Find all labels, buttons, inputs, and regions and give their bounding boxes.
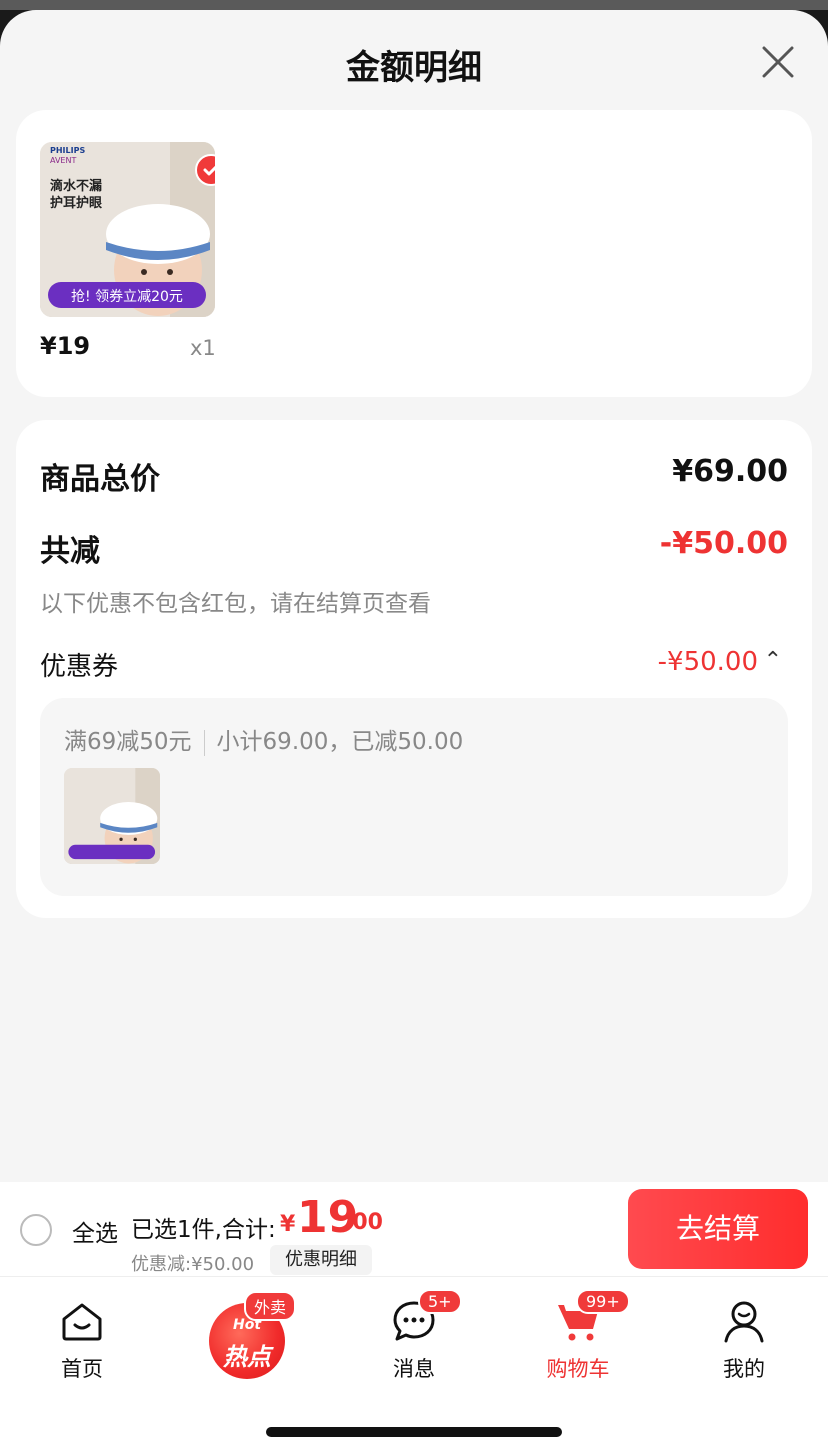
messages-badge: 5+: [418, 1289, 462, 1314]
sheet-title: 金额明细: [346, 48, 482, 88]
price-summary-card: 商品总价 ¥69.00 共减 -¥50.00 以下优惠不包含红包，请在结算页查看…: [16, 420, 812, 918]
selected-count-text: 已选1件,合计:: [131, 1217, 276, 1243]
product-promo-text: 抢! 领券立减20元: [71, 289, 183, 305]
takeout-badge: 外卖: [244, 1291, 297, 1321]
tab-messages[interactable]: 5+ 消息: [354, 1285, 474, 1381]
total-price-label: 商品总价: [40, 462, 160, 497]
total-amount-decimal: .00: [344, 1210, 383, 1235]
total-currency: ¥: [280, 1212, 296, 1237]
product-card: PHILIPS AVENT 滴水不漏 护耳护眼 抢! 领券立减20元 ¥19 x…: [16, 110, 812, 397]
product-quantity: x1: [190, 336, 216, 360]
tab-cart-label: 购物车: [546, 1357, 610, 1381]
checkout-button[interactable]: 去结算: [628, 1189, 808, 1269]
checkmark-icon: [203, 165, 215, 176]
tab-cart[interactable]: 99+ 购物车: [518, 1285, 638, 1381]
home-indicator[interactable]: [266, 1427, 562, 1437]
total-price-value: ¥69.00: [672, 454, 788, 489]
product-price: ¥19: [40, 332, 91, 360]
brand-text-philips: PHILIPS: [50, 146, 86, 155]
product-image[interactable]: PHILIPS AVENT 滴水不漏 护耳护眼 抢! 领券立减20元: [40, 142, 215, 317]
discount-value: -¥50.00: [659, 526, 788, 561]
discount-hint: 以下优惠不包含红包，请在结算页查看: [40, 591, 431, 617]
tab-hot[interactable]: Hot 热点 外卖: [190, 1285, 310, 1379]
selected-check-icon[interactable]: [195, 154, 215, 186]
coupon-product-thumbnail[interactable]: [64, 768, 160, 864]
coupon-rule: 满69减50元: [64, 729, 192, 755]
hot-main-text: 热点: [223, 1343, 271, 1371]
coupon-value[interactable]: -¥50.00: [658, 647, 758, 677]
home-icon: [62, 1303, 102, 1341]
brand-text-avent: AVENT: [50, 156, 77, 165]
bottom-tab-bar: 首页 Hot 热点 外卖 5+ 消息 99+ 购物车 我的: [0, 1277, 828, 1445]
select-all-label[interactable]: 全选: [72, 1214, 118, 1248]
cart-badge: 99+: [576, 1289, 630, 1314]
checkout-bar: 全选 已选1件,合计: ¥ 19 .00 优惠减:¥50.00 优惠明细 去结算: [0, 1182, 828, 1277]
discount-summary: 优惠减:¥50.00: [131, 1254, 255, 1275]
coupon-subtotal: 小计69.00，已减50.00: [216, 729, 464, 755]
thumbnail-illustration: [64, 768, 160, 864]
chevron-up-icon[interactable]: ⌃: [764, 648, 782, 673]
tab-profile[interactable]: 我的: [684, 1285, 804, 1381]
product-slogan: 滴水不漏 护耳护眼: [50, 179, 103, 211]
divider: [203, 729, 205, 756]
coupon-rule-line: 满69减50元 小计69.00，已减50.00: [64, 722, 463, 756]
close-icon[interactable]: [756, 40, 800, 84]
tab-profile-label: 我的: [723, 1357, 765, 1381]
tab-home[interactable]: 首页: [22, 1285, 142, 1381]
amount-detail-sheet: 金额明细 PHILIPS AVENT 滴水不漏 护耳护眼 抢! 领券立减20元: [0, 10, 828, 1445]
tab-home-label: 首页: [61, 1357, 103, 1381]
discount-label: 共减: [40, 534, 100, 569]
user-icon: [724, 1301, 764, 1343]
select-all-radio[interactable]: [20, 1214, 52, 1246]
status-strip: [0, 0, 828, 10]
discount-detail-button[interactable]: 优惠明细: [270, 1245, 372, 1275]
coupon-detail-box: 满69减50元 小计69.00，已减50.00: [40, 698, 788, 896]
tab-messages-label: 消息: [393, 1357, 435, 1381]
coupon-label: 优惠券: [40, 652, 119, 682]
